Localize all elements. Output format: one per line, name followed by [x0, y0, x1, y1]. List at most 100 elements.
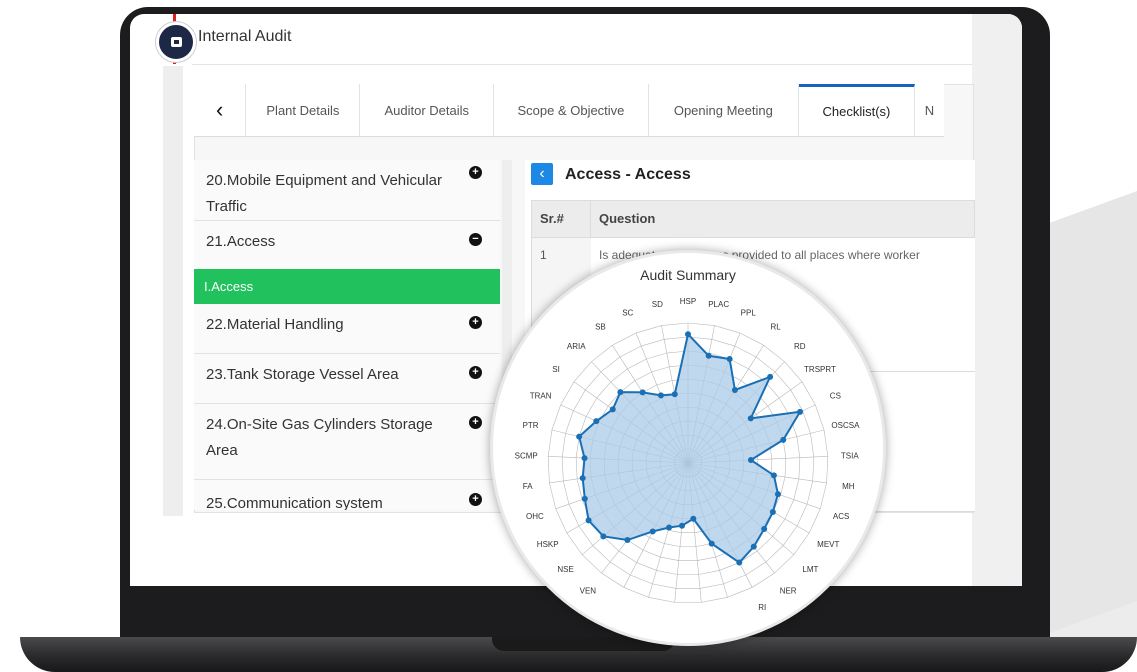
radar-point — [705, 352, 712, 359]
radar-point — [657, 392, 664, 399]
radar-point — [579, 475, 586, 482]
radar-axis-label: FA — [523, 482, 533, 491]
radar-axis-label: NER — [780, 586, 797, 595]
radar-point — [736, 559, 743, 566]
page-title: Internal Audit — [198, 28, 292, 45]
radar-point — [726, 356, 733, 363]
minus-circle-icon[interactable]: − — [469, 233, 482, 246]
radar-point — [666, 524, 673, 531]
section-label: 20.Mobile Equipment and Vehicular Traffi… — [206, 172, 442, 215]
timeline-rail — [163, 66, 183, 516]
radar-point — [685, 331, 691, 338]
radar-axis-label: HSKP — [537, 540, 559, 549]
radar-axis-label: RL — [770, 323, 781, 332]
radar-point — [624, 537, 631, 544]
radar-axis-label: NSE — [557, 565, 573, 574]
plus-circle-icon[interactable]: + — [469, 366, 482, 379]
tab-scroll-left-button[interactable]: ‹ — [194, 84, 247, 136]
radar-axis-label: SB — [595, 323, 606, 332]
list-item[interactable]: 21.Access − — [194, 221, 500, 269]
radar-axis-label: SI — [552, 365, 560, 374]
list-item[interactable]: 25.Communication system + — [194, 491, 500, 510]
radar-axis-label: TSIA — [841, 451, 859, 460]
audit-summary-radar: Audit Summary HSP PLAC PPL RL RD TRSPRT CS OSCS… — [490, 250, 886, 646]
radar-point — [581, 455, 588, 462]
radar-point — [761, 526, 768, 533]
radar-point — [671, 391, 678, 398]
list-item[interactable]: 22.Material Handling + — [194, 304, 500, 354]
radar-point — [708, 540, 715, 547]
radar-axis-label: LMT — [802, 565, 818, 574]
radar-point — [585, 517, 592, 524]
radar-point — [649, 528, 656, 535]
plus-circle-icon[interactable]: + — [469, 493, 482, 506]
radar-point — [797, 408, 804, 415]
radar-point — [679, 522, 686, 529]
tab-auditor-details[interactable]: Auditor Details — [360, 84, 495, 136]
radar-point — [690, 515, 697, 522]
section-label: 25.Communication system — [206, 495, 383, 510]
radar-point — [747, 457, 754, 464]
radar-axis-label: ACS — [833, 512, 849, 521]
radar-axis-label: SC — [622, 309, 633, 318]
section-label: 23.Tank Storage Vessel Area — [206, 366, 399, 383]
radar-point — [767, 373, 774, 380]
plus-circle-icon[interactable]: + — [469, 166, 482, 179]
tab-next[interactable]: N — [915, 84, 944, 136]
list-item[interactable]: 24.On-Site Gas Cylinders Storage Area + — [194, 404, 500, 480]
radar-point — [774, 491, 781, 498]
back-button[interactable]: ‹ — [531, 163, 553, 185]
header-divider — [192, 64, 972, 65]
plus-circle-icon[interactable]: + — [469, 416, 482, 429]
radar-axis-label: RD — [794, 342, 806, 351]
checklist-title: Access - Access — [565, 166, 691, 183]
radar-point — [750, 543, 757, 550]
section-label: 21.Access — [206, 233, 276, 250]
radar-point — [769, 509, 776, 515]
radar-point — [747, 415, 754, 422]
radar-axis-label: SD — [652, 300, 663, 309]
screen-right-margin — [972, 14, 1022, 586]
radar-point — [581, 495, 588, 502]
radar-axis-label: PLAC — [708, 300, 729, 309]
column-header-sr: Sr.# — [531, 200, 591, 238]
plus-circle-icon[interactable]: + — [469, 316, 482, 329]
list-item[interactable]: 20.Mobile Equipment and Vehicular Traffi… — [194, 160, 500, 221]
radar-axis-label: PPL — [741, 309, 757, 318]
audit-icon — [156, 22, 196, 62]
radar-axis-label: HSP — [680, 297, 696, 306]
radar-point — [731, 386, 738, 393]
radar-point — [770, 472, 777, 479]
radar-point — [576, 433, 583, 440]
radar-point — [780, 436, 787, 443]
radar-point — [617, 389, 624, 396]
radar-axis-label: CS — [830, 392, 841, 401]
column-header-question: Question — [590, 200, 975, 238]
radar-point — [639, 389, 646, 396]
tab-bar: ‹ Plant Details Auditor Details Scope & … — [194, 84, 944, 137]
radar-axis-label: VEN — [580, 586, 597, 595]
radar-axis-label: MEVT — [817, 540, 839, 549]
tab-opening-meeting[interactable]: Opening Meeting — [649, 84, 799, 136]
tab-plant-details[interactable]: Plant Details — [246, 84, 361, 136]
section-list: 20.Mobile Equipment and Vehicular Traffi… — [194, 160, 500, 510]
tab-scope-objective[interactable]: Scope & Objective — [494, 84, 649, 136]
radar-chart: HSP PLAC PPL RL RD TRSPRT CS OSCSA TSIA MH ACS MEVT… — [515, 297, 860, 612]
radar-axis-label: OSCSA — [831, 421, 860, 430]
subsection-item-active[interactable]: I.Access — [194, 269, 500, 304]
radar-axis-label: MH — [842, 482, 855, 491]
radar-axis-label: TRSPRT — [804, 365, 836, 374]
radar-point — [609, 406, 616, 413]
radar-axis-label: TRAN — [530, 392, 552, 401]
radar-axis-label: SCMP — [515, 451, 538, 460]
radar-axis-label: RI — [758, 603, 766, 612]
radar-axis-label: ARIA — [567, 342, 586, 351]
radar-axis-label: OHC — [526, 512, 544, 521]
radar-axis-label: PTR — [523, 421, 539, 430]
radar-point — [600, 533, 607, 540]
section-label: 24.On-Site Gas Cylinders Storage Area — [206, 416, 433, 459]
list-item[interactable]: 23.Tank Storage Vessel Area + — [194, 354, 500, 404]
radar-point — [593, 418, 600, 425]
section-label: 22.Material Handling — [206, 316, 344, 333]
tab-checklists[interactable]: Checklist(s) — [798, 84, 915, 136]
